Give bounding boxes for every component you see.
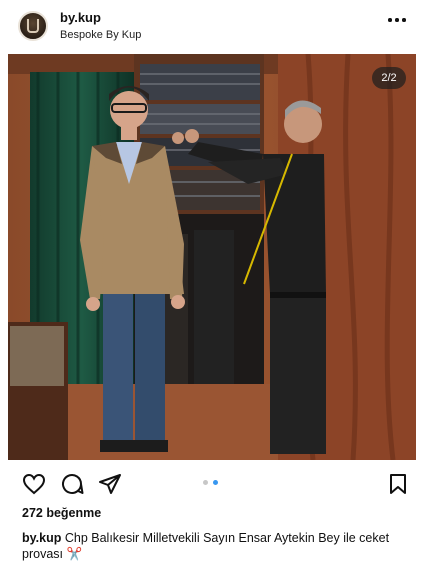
- likes-count[interactable]: 272 beğenme: [22, 506, 101, 520]
- brand-logo: [27, 19, 39, 33]
- photo-illustration: [8, 54, 416, 460]
- post-caption: by.kup Chp Balıkesir Milletvekili Sayın …: [22, 530, 422, 562]
- carousel-dot: [203, 480, 208, 485]
- image-counter-badge: 2/2: [372, 67, 406, 89]
- carousel-indicator: [203, 480, 223, 486]
- post-photo[interactable]: 2/2: [8, 54, 416, 460]
- heart-outline-icon[interactable]: [22, 472, 46, 496]
- send-paper-plane-icon[interactable]: [98, 472, 122, 496]
- account-name[interactable]: Bespoke By Kup: [60, 29, 141, 41]
- post-header: by.kup Bespoke By Kup: [0, 0, 436, 54]
- more-options-icon[interactable]: [388, 14, 406, 26]
- bookmark-outline-icon[interactable]: [386, 472, 410, 496]
- post-action-bar: [0, 466, 436, 500]
- comment-bubble-icon[interactable]: [60, 472, 84, 496]
- post-username[interactable]: by.kup: [60, 10, 101, 25]
- profile-avatar[interactable]: [18, 11, 48, 41]
- caption-username[interactable]: by.kup: [22, 531, 61, 545]
- carousel-dot-active: [213, 480, 218, 485]
- scissors-emoji: ✂️: [66, 547, 83, 561]
